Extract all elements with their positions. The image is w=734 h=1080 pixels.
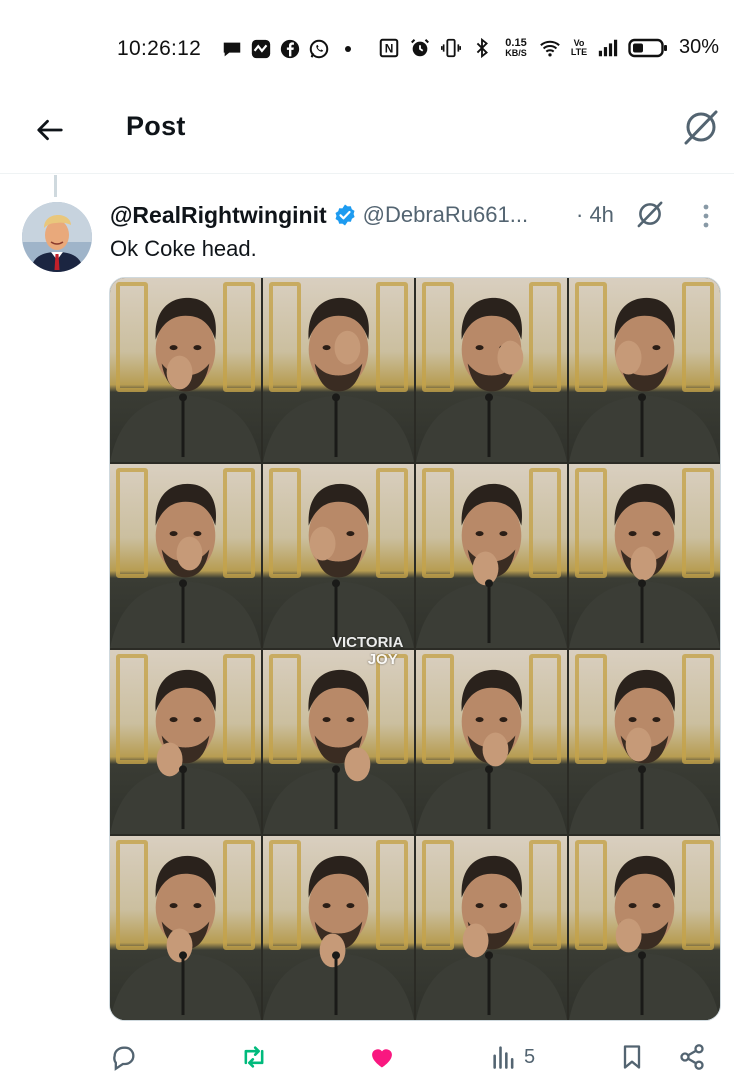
views-count: 5 (524, 1045, 536, 1068)
collage-panel (416, 278, 567, 462)
bookmark-button[interactable] (618, 1040, 646, 1074)
thread-connector-line (54, 175, 57, 197)
like-icon (372, 1049, 392, 1068)
wifi-icon (539, 37, 561, 59)
share-icon (680, 1044, 704, 1070)
collage-panel (110, 650, 261, 834)
image-watermark: VICTORIA JOY (332, 634, 404, 668)
collage-panel (263, 464, 414, 648)
grok-button[interactable] (678, 104, 724, 150)
bookmark-icon (623, 1045, 641, 1069)
data-speed: 0.15 KB/S (505, 36, 527, 58)
more-notifications-dot (345, 46, 351, 52)
battery-percent: 30% (679, 36, 720, 58)
grok-icon (684, 110, 718, 145)
back-button[interactable] (28, 108, 72, 152)
collage-panel (110, 464, 261, 648)
author-handle[interactable]: @DebraRu661... (363, 202, 528, 228)
page-title: Post (126, 111, 186, 141)
like-button[interactable] (368, 1040, 402, 1074)
volte-indicator: Vo LTE (570, 37, 588, 57)
collage-panel (416, 650, 567, 834)
collage-panel (263, 278, 414, 462)
collage-panel (416, 464, 567, 648)
share-button[interactable] (678, 1040, 706, 1074)
collage-panel (110, 836, 261, 1020)
tweet-image[interactable]: VICTORIA JOY (109, 277, 721, 1021)
top-app-bar: Post (0, 96, 734, 174)
collage-panel (110, 278, 261, 462)
vibrate-icon (440, 37, 462, 59)
status-time: 10:26:12 (117, 37, 202, 60)
repost-button[interactable] (240, 1040, 274, 1074)
chat-icon (221, 38, 243, 60)
bluetooth-icon (471, 37, 493, 59)
more-vertical-icon (703, 204, 709, 228)
tweet-author-row: @RealRightwinginit @DebraRu661... (110, 200, 528, 230)
reply-icon (113, 1046, 135, 1071)
collage-panel (263, 836, 414, 1020)
signal-icon (597, 37, 619, 59)
author-display-name[interactable]: @RealRightwinginit (110, 202, 327, 229)
views-button[interactable]: 5 (490, 1040, 535, 1074)
grok-icon (637, 201, 663, 228)
notification-icons (221, 38, 359, 60)
repost-icon (244, 1046, 264, 1068)
status-bar: 10:26:12 N 0.15 KB/S Vo LTE 30% (0, 0, 734, 96)
collage-panel (569, 650, 720, 834)
back-arrow-icon (37, 119, 63, 141)
alarm-icon (409, 37, 431, 59)
reply-button[interactable] (110, 1040, 144, 1074)
system-icons: N 0.15 KB/S Vo LTE 30% (378, 36, 719, 59)
battery-icon (628, 37, 668, 59)
tweet-grok-button[interactable] (632, 198, 668, 230)
tweet-text: Ok Coke head. (110, 236, 257, 261)
photo-collage-grid (110, 278, 720, 1020)
collage-panel (569, 836, 720, 1020)
tweet-timestamp[interactable]: · 4h (576, 200, 614, 230)
whatsapp-icon (308, 38, 330, 60)
facebook-icon (279, 38, 301, 60)
activity-icon (250, 38, 272, 60)
views-icon (493, 1046, 514, 1069)
collage-panel (416, 836, 567, 1020)
avatar[interactable] (22, 202, 92, 272)
collage-panel (569, 464, 720, 648)
collage-panel (569, 278, 720, 462)
svg-text:N: N (385, 41, 394, 55)
tweet-action-bar: 5 (0, 1036, 734, 1080)
collage-panel (263, 650, 414, 834)
verified-badge-icon (335, 204, 355, 226)
nfc-icon: N (378, 37, 400, 59)
more-options-button[interactable] (692, 200, 720, 232)
